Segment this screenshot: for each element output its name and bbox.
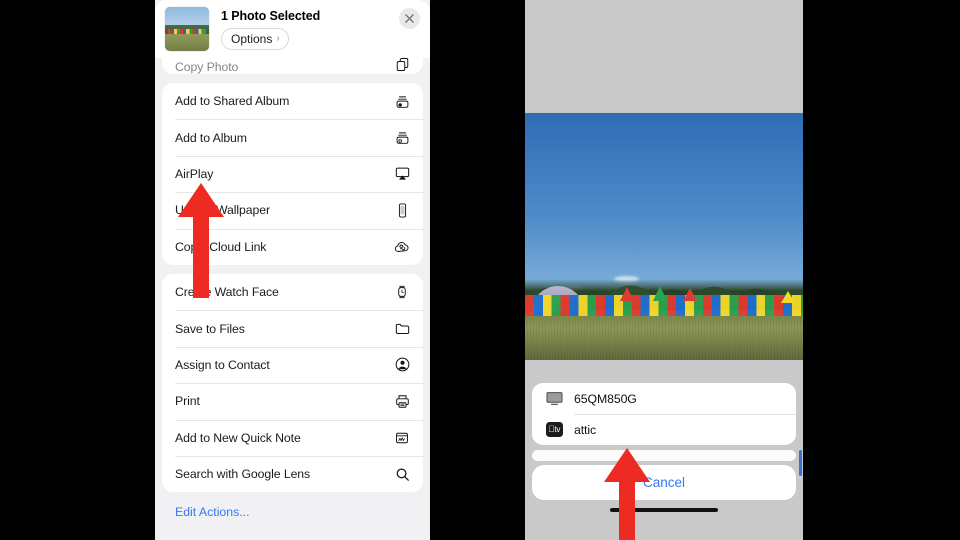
action-group-1: Copy Photo bbox=[162, 56, 423, 74]
menu-item-save-to-files[interactable]: Save to Files bbox=[162, 310, 423, 346]
menu-item-assign-to-contact[interactable]: Assign to Contact bbox=[162, 346, 423, 383]
menu-item-add-to-new-quick-note[interactable]: Add to New Quick Note bbox=[162, 419, 423, 456]
copy-icon bbox=[392, 56, 412, 74]
photo-preview bbox=[525, 113, 803, 360]
device-row[interactable]: tv attic bbox=[532, 414, 796, 445]
device-list: 65QM850G tv attic bbox=[532, 383, 796, 445]
menu-item-add-to-album[interactable]: Add to Album bbox=[162, 119, 423, 155]
arrow-pointing-to-device-65qm850g bbox=[603, 448, 651, 540]
printer-icon bbox=[392, 391, 412, 411]
options-button-label: Options bbox=[231, 31, 273, 46]
menu-item-label: Save to Files bbox=[175, 321, 245, 336]
airplay-icon bbox=[392, 164, 412, 184]
share-sheet-header: 1 Photo Selected Options › bbox=[155, 0, 430, 58]
close-button[interactable] bbox=[399, 8, 420, 29]
folder-icon bbox=[392, 319, 412, 339]
menu-item-label: Print bbox=[175, 394, 200, 409]
shared-album-icon bbox=[392, 91, 412, 111]
menu-item-label: AirPlay bbox=[175, 166, 214, 181]
device-name: attic bbox=[574, 422, 597, 437]
options-button[interactable]: Options › bbox=[221, 27, 289, 50]
tv-icon bbox=[544, 391, 564, 407]
watch-icon bbox=[392, 282, 412, 302]
apple-tv-icon: tv bbox=[544, 422, 564, 438]
action-group-3: Create Watch Face Save to Files Assign t… bbox=[162, 273, 423, 493]
quick-note-icon bbox=[392, 428, 412, 448]
edit-actions-button[interactable]: Edit Actions... bbox=[155, 492, 430, 519]
menu-item-search-with-google-lens[interactable]: Search with Google Lens bbox=[162, 455, 423, 492]
device-list-overflow[interactable] bbox=[532, 450, 796, 461]
chevron-right-icon: › bbox=[276, 32, 280, 44]
menu-item-label: Add to New Quick Note bbox=[175, 430, 301, 445]
screenshot-stage: 1 Photo Selected Options › Copy Photo Ad… bbox=[0, 0, 960, 540]
icloud-link-icon bbox=[392, 237, 412, 257]
device-name: 65QM850G bbox=[574, 391, 637, 406]
device-row[interactable]: 65QM850G bbox=[532, 383, 796, 414]
close-icon bbox=[405, 14, 414, 23]
menu-item-copy-photo[interactable]: Copy Photo bbox=[162, 56, 423, 74]
search-icon bbox=[392, 464, 412, 484]
menu-item-add-to-shared-album[interactable]: Add to Shared Album bbox=[162, 83, 423, 119]
menu-item-label: Assign to Contact bbox=[175, 357, 270, 372]
menu-item-label: Search with Google Lens bbox=[175, 467, 311, 482]
contact-icon bbox=[392, 355, 412, 375]
add-album-icon bbox=[392, 128, 412, 148]
phone-preview-panel: 65QM850G tv attic Cancel bbox=[525, 0, 803, 540]
cancel-button[interactable]: Cancel bbox=[532, 465, 796, 500]
menu-item-label: Add to Shared Album bbox=[175, 94, 290, 109]
airplay-device-picker: 65QM850G tv attic Cancel bbox=[532, 383, 796, 500]
page-title: 1 Photo Selected bbox=[221, 8, 321, 23]
arrow-pointing-to-airplay bbox=[177, 183, 225, 298]
menu-item-label: Copy Photo bbox=[175, 60, 239, 74]
menu-item-label: Add to Album bbox=[175, 130, 247, 145]
photo-thumbnail[interactable] bbox=[165, 7, 209, 51]
menu-item-print[interactable]: Print bbox=[162, 383, 423, 419]
scroll-indicator[interactable] bbox=[799, 450, 802, 476]
wallpaper-icon bbox=[392, 200, 412, 220]
